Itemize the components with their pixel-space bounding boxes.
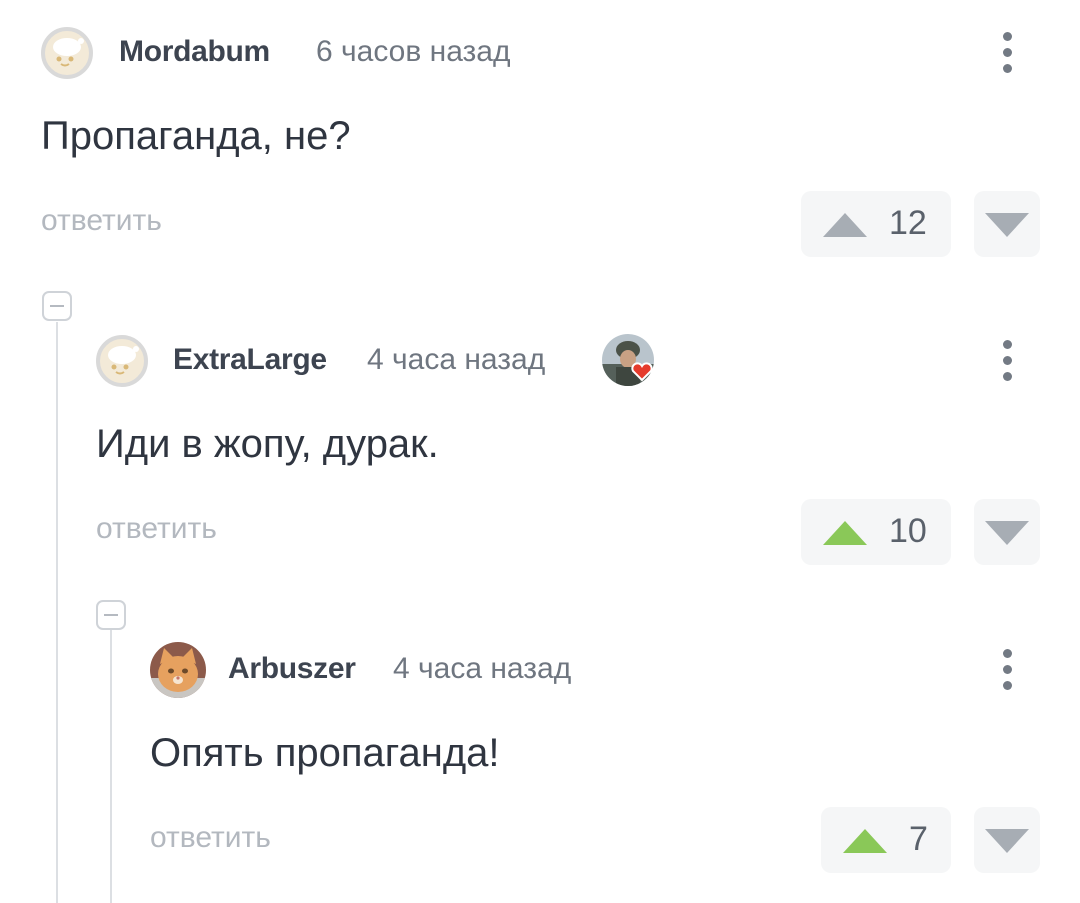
collapse-thread-button[interactable] [96, 600, 126, 630]
reply-button[interactable]: ответить [150, 821, 271, 855]
user-avatar[interactable] [41, 27, 93, 79]
default-avatar-icon [53, 38, 84, 67]
reply-button[interactable]: ответить [96, 512, 217, 546]
vote-count: 12 [889, 204, 927, 242]
comment-text: Иди в жопу, дурак. [96, 422, 439, 466]
more-options-icon[interactable] [995, 336, 1019, 386]
upvote-icon [823, 213, 867, 237]
collapse-thread-button[interactable] [42, 291, 72, 321]
username[interactable]: Mordabum [119, 35, 270, 69]
comment-text: Пропаганда, не? [41, 114, 351, 158]
comment-time[interactable]: 4 часа назад [367, 343, 545, 377]
vote-count: 7 [909, 820, 928, 858]
username[interactable]: ExtraLarge [173, 343, 327, 377]
upvote-button[interactable]: 12 [801, 191, 951, 257]
downvote-button[interactable] [974, 499, 1040, 565]
reply-button[interactable]: ответить [41, 204, 162, 238]
user-avatar[interactable] [96, 335, 148, 387]
upvote-icon [823, 521, 867, 545]
upvote-icon [843, 829, 887, 853]
soldier-heart-badge-icon[interactable] [602, 334, 658, 390]
more-options-icon[interactable] [995, 28, 1019, 78]
upvote-button[interactable]: 10 [801, 499, 951, 565]
username[interactable]: Arbuszer [228, 652, 356, 686]
comment-text: Опять пропаганда! [150, 731, 500, 775]
downvote-button[interactable] [974, 191, 1040, 257]
downvote-button[interactable] [974, 807, 1040, 873]
downvote-icon [985, 829, 1029, 853]
more-options-icon[interactable] [995, 645, 1019, 695]
thread-line [56, 322, 58, 903]
user-avatar[interactable] [150, 642, 206, 698]
upvote-button[interactable]: 7 [821, 807, 951, 873]
downvote-icon [985, 213, 1029, 237]
downvote-icon [985, 521, 1029, 545]
default-avatar-icon [108, 346, 139, 375]
thread-line [110, 630, 112, 903]
comment-time[interactable]: 4 часа назад [393, 652, 571, 686]
cat-avatar-icon [150, 642, 206, 698]
comment-time[interactable]: 6 часов назад [316, 35, 511, 69]
vote-count: 10 [889, 512, 927, 550]
